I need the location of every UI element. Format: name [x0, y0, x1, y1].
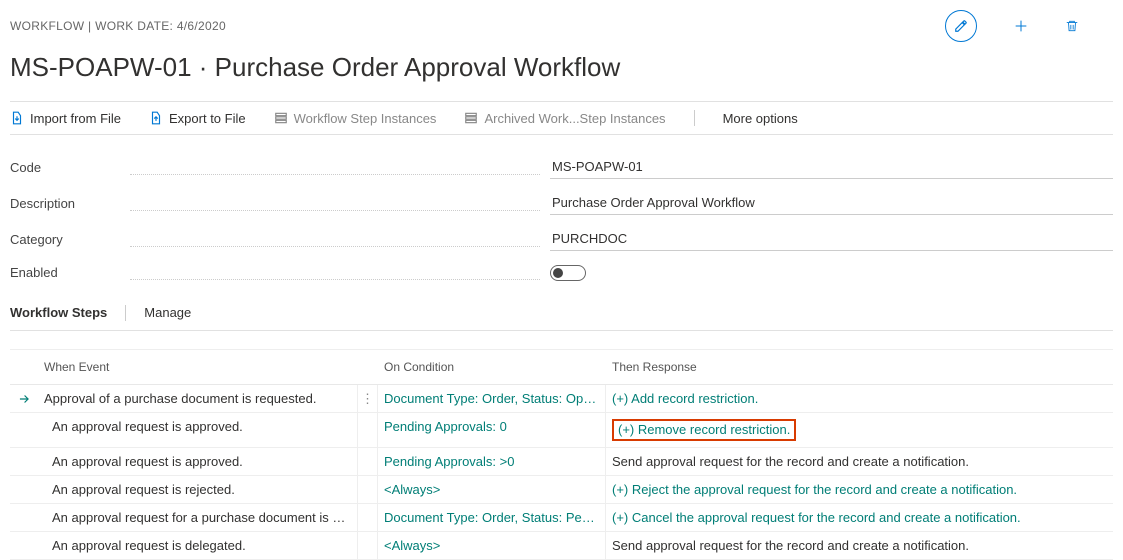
- table-row[interactable]: An approval request is delegated. <Always…: [10, 532, 1113, 560]
- import-label: Import from File: [30, 111, 121, 126]
- import-from-file[interactable]: Import from File: [10, 111, 121, 126]
- col-header-on-condition[interactable]: On Condition: [378, 350, 606, 384]
- cell-when-event[interactable]: An approval request is approved.: [38, 448, 358, 475]
- archived-workflow-instances[interactable]: Archived Work...Step Instances: [464, 111, 665, 126]
- export-label: Export to File: [169, 111, 246, 126]
- cell-on-condition[interactable]: Pending Approvals: 0: [378, 413, 606, 447]
- cell-then-response[interactable]: (+) Cancel the approval request for the …: [606, 504, 1113, 531]
- cell-then-response[interactable]: (+) Add record restriction.: [606, 385, 1113, 412]
- enabled-label: Enabled: [10, 265, 130, 280]
- row-indicator-icon: [10, 532, 38, 559]
- pencil-icon: [945, 10, 977, 42]
- section-tabs: Workflow Steps Manage: [10, 293, 1113, 331]
- col-header-then-response[interactable]: Then Response: [606, 350, 1113, 384]
- import-icon: [10, 111, 24, 125]
- breadcrumb: WORKFLOW | WORK DATE: 4/6/2020: [10, 19, 226, 33]
- divider: [694, 110, 695, 126]
- workflow-steps-grid: When Event On Condition Then Response Ap…: [10, 349, 1113, 560]
- cell-on-condition[interactable]: Document Type: Order, Status: Pendin...: [378, 504, 606, 531]
- row-more-icon[interactable]: ⋮: [358, 385, 378, 412]
- divider: [125, 305, 126, 321]
- row-more-icon[interactable]: [358, 476, 378, 503]
- code-label: Code: [10, 160, 130, 175]
- wf-instances-label: Workflow Step Instances: [294, 111, 437, 126]
- row-more-icon[interactable]: [358, 448, 378, 475]
- cell-on-condition[interactable]: <Always>: [378, 476, 606, 503]
- export-icon: [149, 111, 163, 125]
- new-button[interactable]: [1009, 14, 1033, 38]
- more-options-label: More options: [723, 111, 798, 126]
- cell-when-event[interactable]: An approval request is delegated.: [38, 532, 358, 559]
- table-row[interactable]: An approval request is approved. Pending …: [10, 413, 1113, 448]
- description-field[interactable]: Purchase Order Approval Workflow: [550, 191, 1113, 215]
- row-indicator-icon: [10, 385, 38, 412]
- row-more-icon[interactable]: [358, 504, 378, 531]
- row-more-icon[interactable]: [358, 532, 378, 559]
- row-indicator-icon: [10, 476, 38, 503]
- cell-when-event[interactable]: An approval request is approved.: [38, 413, 358, 447]
- table-row[interactable]: An approval request is rejected. <Always>…: [10, 476, 1113, 504]
- archived-label: Archived Work...Step Instances: [484, 111, 665, 126]
- tab-workflow-steps[interactable]: Workflow Steps: [10, 303, 107, 322]
- cell-when-event[interactable]: An approval request is rejected.: [38, 476, 358, 503]
- col-header-when-event[interactable]: When Event: [38, 350, 358, 384]
- row-more-icon[interactable]: [358, 413, 378, 447]
- trash-icon: [1065, 18, 1079, 34]
- row-indicator-icon: [10, 504, 38, 531]
- enabled-toggle[interactable]: [550, 265, 586, 281]
- cell-when-event[interactable]: Approval of a purchase document is reque…: [38, 385, 358, 412]
- cell-on-condition[interactable]: Pending Approvals: >0: [378, 448, 606, 475]
- dots: [130, 165, 540, 175]
- row-indicator-icon: [10, 413, 38, 447]
- export-to-file[interactable]: Export to File: [149, 111, 246, 126]
- page-title: MS-POAPW-01 · Purchase Order Approval Wo…: [10, 46, 1113, 101]
- edit-button[interactable]: [941, 6, 981, 46]
- table-row[interactable]: An approval request is approved. Pending …: [10, 448, 1113, 476]
- table-row[interactable]: Approval of a purchase document is reque…: [10, 385, 1113, 413]
- plus-icon: [1013, 18, 1029, 34]
- cell-when-event[interactable]: An approval request for a purchase docum…: [38, 504, 358, 531]
- table-row[interactable]: An approval request for a purchase docum…: [10, 504, 1113, 532]
- fields-section: Code MS-POAPW-01 Description Purchase Or…: [10, 135, 1113, 293]
- workflow-step-instances[interactable]: Workflow Step Instances: [274, 111, 437, 126]
- category-field[interactable]: PURCHDOC: [550, 227, 1113, 251]
- list-icon: [464, 111, 478, 125]
- dots: [130, 201, 540, 211]
- category-label: Category: [10, 232, 130, 247]
- action-bar: Import from File Export to File Workflow…: [10, 101, 1113, 135]
- top-actions: [941, 6, 1113, 46]
- description-label: Description: [10, 196, 130, 211]
- delete-button[interactable]: [1061, 14, 1083, 38]
- dots: [130, 270, 540, 280]
- cell-then-response[interactable]: (+) Remove record restriction.: [606, 413, 1113, 447]
- list-icon: [274, 111, 288, 125]
- code-field[interactable]: MS-POAPW-01: [550, 155, 1113, 179]
- cell-on-condition[interactable]: <Always>: [378, 532, 606, 559]
- row-indicator-icon: [10, 448, 38, 475]
- cell-then-response[interactable]: Send approval request for the record and…: [606, 448, 1113, 475]
- cell-then-response[interactable]: (+) Reject the approval request for the …: [606, 476, 1113, 503]
- highlighted-response[interactable]: (+) Remove record restriction.: [612, 419, 796, 441]
- cell-on-condition[interactable]: Document Type: Order, Status: Open, ...: [378, 385, 606, 412]
- dots: [130, 237, 540, 247]
- cell-then-response[interactable]: Send approval request for the record and…: [606, 532, 1113, 559]
- more-options[interactable]: More options: [723, 111, 798, 126]
- tab-manage[interactable]: Manage: [144, 303, 191, 322]
